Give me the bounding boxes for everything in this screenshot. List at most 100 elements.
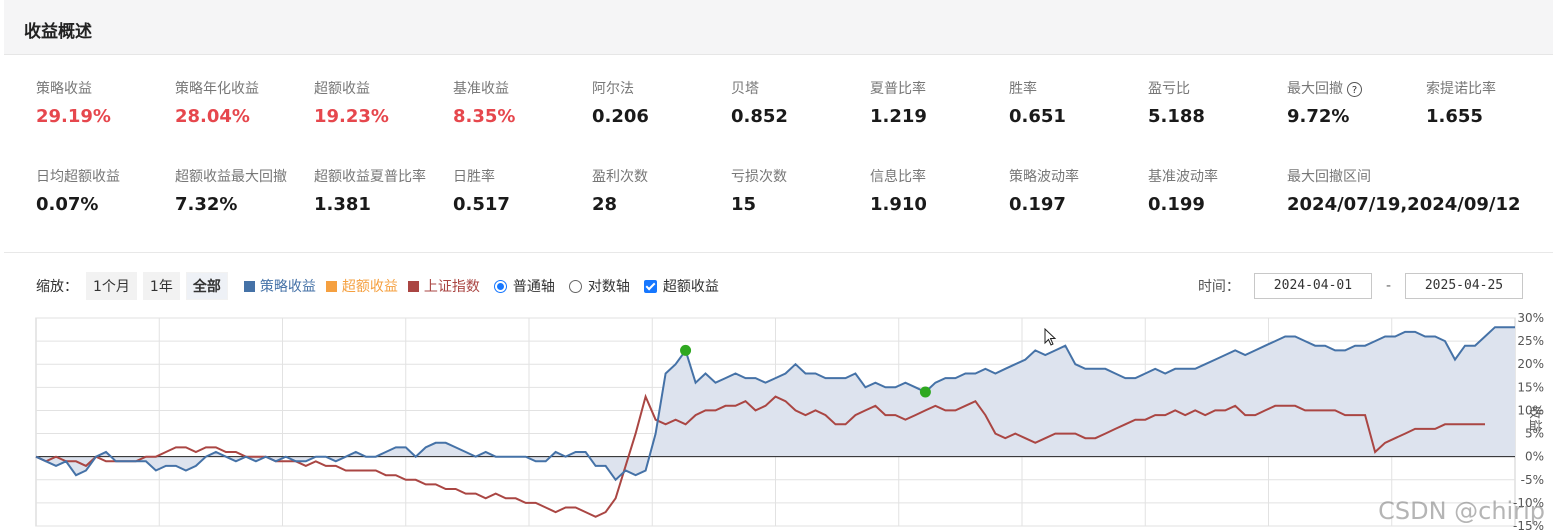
metric-excess-sharpe: 超额收益夏普比率 1.381 (314, 166, 452, 215)
y-axis-label: 收益 (1527, 406, 1542, 432)
date-separator: - (1385, 278, 1391, 294)
metric-label: 贝塔 (731, 81, 759, 97)
zoom-all-button[interactable]: 全部 (185, 272, 228, 300)
legend-excess-return[interactable]: 超额收益 (325, 276, 398, 296)
metric-value: 5.188 (1148, 106, 1205, 127)
zoom-1-month-button[interactable]: 1个月 (86, 272, 137, 300)
checkbox-label: 超额收益 (662, 279, 719, 295)
metric-label: 超额收益夏普比率 (314, 169, 426, 185)
metric-value: 19.23% (314, 106, 389, 127)
metric-label: 夏普比率 (870, 81, 926, 97)
metric-label: 策略波动率 (1009, 169, 1079, 185)
metric-value: 28.04% (175, 106, 250, 127)
time-label: 时间： (1197, 279, 1240, 295)
metric-label: 阿尔法 (592, 81, 634, 97)
legend-swatch (325, 280, 337, 292)
metric-label: 超额收益 (314, 81, 370, 97)
y-tick-label: 0% (1525, 450, 1544, 464)
metric-benchmark-volatility: 基准波动率 0.199 (1148, 166, 1286, 215)
time-range: 时间： 2024-04-01 - 2025-04-25 (1198, 273, 1523, 299)
metric-value: 7.32% (175, 194, 238, 215)
legend-shanghai-index[interactable]: 上证指数 (407, 276, 480, 296)
zoom-1-year-button[interactable]: 1年 (142, 272, 180, 300)
help-icon[interactable]: ? (1347, 81, 1362, 97)
metric-value: 0.517 (453, 194, 510, 215)
metric-strategy-volatility: 策略波动率 0.197 (1009, 166, 1147, 215)
metric-label: 最大回撤 (1287, 81, 1343, 97)
radio-checked-icon (493, 279, 507, 293)
metric-value: 0.206 (592, 106, 649, 127)
metric-value: 0.07% (36, 194, 99, 215)
metric-value: 1.219 (870, 106, 927, 127)
legend-label: 上证指数 (423, 279, 480, 295)
metric-beta: 贝塔 0.852 (731, 78, 869, 127)
metric-value: 0.651 (1009, 106, 1066, 127)
metric-label: 信息比率 (870, 169, 926, 185)
metric-value: 1.655 (1426, 106, 1483, 127)
metric-label: 盈利次数 (592, 169, 648, 185)
y-tick-label: -5% (1521, 473, 1544, 487)
metric-value: 9.72% (1287, 106, 1350, 127)
section-title: 收益概述 (24, 22, 92, 42)
metric-label: 基准波动率 (1148, 169, 1218, 185)
metric-annualized-return: 策略年化收益 28.04% (175, 78, 313, 127)
start-date-input[interactable]: 2024-04-01 (1253, 273, 1372, 299)
y-tick-label: 25% (1517, 334, 1544, 348)
metric-value: 28 (592, 194, 618, 215)
excess-return-checkbox[interactable]: 超额收益 (643, 276, 719, 296)
metric-label: 盈亏比 (1148, 81, 1190, 97)
metric-information-ratio: 信息比率 1.910 (870, 166, 1008, 215)
metric-value: 0.199 (1148, 194, 1205, 215)
log-axis-radio[interactable]: 对数轴 (568, 276, 630, 296)
radio-unchecked-icon (568, 279, 582, 293)
legend-swatch (407, 280, 419, 292)
metric-value: 15 (731, 194, 757, 215)
metric-label: 胜率 (1009, 81, 1037, 97)
metric-max-drawdown-period: 最大回撤区间 2024/07/19,2024/09/12 (1287, 166, 1547, 215)
metric-daily-win-rate: 日胜率 0.517 (453, 166, 591, 215)
drawdown-end-marker (919, 386, 931, 398)
y-tick-label: 30% (1517, 311, 1544, 325)
metric-win-count: 盈利次数 28 (592, 166, 730, 215)
y-tick-label: -10% (1513, 496, 1544, 510)
metric-profit-loss-ratio: 盈亏比 5.188 (1148, 78, 1286, 127)
returns-overview-panel: { "header": { "title": "收益概述" }, "metric… (0, 0, 1555, 531)
section-divider (4, 252, 1553, 253)
metric-alpha: 阿尔法 0.206 (592, 78, 730, 127)
metric-value: 8.35% (453, 106, 516, 127)
metric-value: 1.381 (314, 194, 371, 215)
y-tick-label: -15% (1513, 519, 1544, 531)
metric-sharpe: 夏普比率 1.219 (870, 78, 1008, 127)
metric-excess-return: 超额收益 19.23% (314, 78, 452, 127)
section-header: 收益概述 (4, 0, 1553, 55)
metric-value: 1.910 (870, 194, 927, 215)
metric-label: 策略年化收益 (175, 81, 259, 97)
metric-label: 策略收益 (36, 81, 92, 97)
drawdown-start-marker (680, 344, 692, 356)
metric-label: 最大回撤区间 (1287, 169, 1371, 185)
chart-toolbar: 缩放： 1个月 1年 全部 策略收益 超额收益 上证指数 普通轴 对数轴 超额收… (36, 272, 719, 300)
normal-axis-radio[interactable]: 普通轴 (493, 276, 555, 296)
metric-value: 29.19% (36, 106, 111, 127)
metric-label: 超额收益最大回撤 (175, 169, 287, 185)
metric-value: 0.852 (731, 106, 788, 127)
zoom-label: 缩放： (36, 279, 78, 295)
metric-win-rate: 胜率 0.651 (1009, 78, 1147, 127)
metric-benchmark-return: 基准收益 8.35% (453, 78, 591, 127)
end-date-input[interactable]: 2025-04-25 (1405, 273, 1523, 299)
mouse-cursor-icon (1044, 328, 1057, 346)
metric-value: 2024/07/19,2024/09/12 (1287, 194, 1521, 215)
metric-loss-count: 亏损次数 15 (731, 166, 869, 215)
legend-strategy-return[interactable]: 策略收益 (243, 276, 316, 296)
legend-label: 策略收益 (259, 279, 316, 295)
metric-label: 索提诺比率 (1426, 81, 1496, 97)
metric-excess-max-drawdown: 超额收益最大回撤 7.32% (175, 166, 313, 215)
metric-max-drawdown: 最大回撤? 9.72% (1287, 78, 1425, 127)
returns-chart[interactable]: 30%25%20%15%10%5%0%-5%-10%-15% 收益 (0, 310, 1555, 531)
metric-value: 0.197 (1009, 194, 1066, 215)
legend-label: 超额收益 (341, 279, 398, 295)
y-tick-label: 20% (1517, 357, 1544, 371)
metric-label: 日均超额收益 (36, 169, 120, 185)
metric-label: 亏损次数 (731, 169, 787, 185)
metric-sortino: 索提诺比率 1.655 (1426, 78, 1555, 127)
